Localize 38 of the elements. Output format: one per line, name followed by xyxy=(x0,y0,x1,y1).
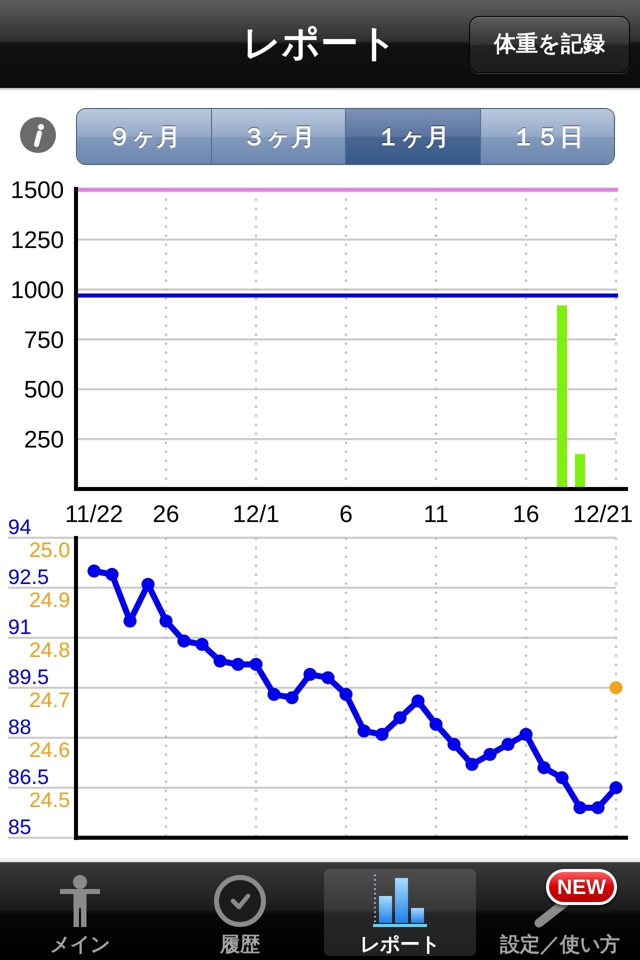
x-axis-label: 12/1 xyxy=(232,501,280,528)
tab-item[interactable]: レポート xyxy=(324,869,476,956)
screen-title: レポート xyxy=(242,21,398,67)
secondary-axis-label: 24.7 xyxy=(29,689,70,712)
info-icon[interactable] xyxy=(20,117,56,153)
clock-icon xyxy=(214,875,266,927)
period-segment[interactable]: １ヶ月 xyxy=(345,109,480,164)
y-axis-label: 86.5 xyxy=(8,766,49,790)
y-axis-label: 500 xyxy=(24,376,64,404)
x-axis-label: 16 xyxy=(512,501,540,528)
x-axis-label: 12/21 xyxy=(572,501,633,528)
y-axis-label: 750 xyxy=(24,326,64,354)
tab-item[interactable]: メイン xyxy=(4,869,156,956)
y-axis-label: 1250 xyxy=(10,227,64,254)
new-badge: NEW xyxy=(546,869,617,905)
x-axis-label: 6 xyxy=(339,501,353,528)
record-weight-button[interactable]: 体重を記録 xyxy=(469,16,630,72)
tab-item[interactable]: NEW 設定／使い方 xyxy=(484,869,636,956)
y-axis-label: 92.5 xyxy=(8,566,49,590)
secondary-axis-label: 25.0 xyxy=(29,539,70,562)
y-axis-label: 1000 xyxy=(10,276,64,304)
y-axis-label: 85 xyxy=(8,816,32,840)
y-axis-label: 94 xyxy=(8,516,32,540)
y-axis-label: 250 xyxy=(24,426,64,454)
y-axis-label: 89.5 xyxy=(8,666,49,690)
secondary-axis-label: 24.6 xyxy=(29,739,70,762)
secondary-axis-label: 24.9 xyxy=(29,589,70,612)
person-icon xyxy=(60,875,100,927)
x-axis-label: 11 xyxy=(424,501,448,528)
x-axis-label: 26 xyxy=(152,501,180,528)
bar-chart-icon xyxy=(373,874,427,927)
tab-item[interactable]: 履歴 xyxy=(164,869,316,956)
y-axis-label: 1500 xyxy=(10,177,64,204)
y-axis-label: 88 xyxy=(8,716,32,740)
secondary-axis-label: 24.5 xyxy=(29,789,70,812)
y-axis-label: 91 xyxy=(8,616,32,640)
x-axis-label: 11/22 xyxy=(64,501,124,528)
secondary-axis-label: 24.8 xyxy=(29,639,70,662)
